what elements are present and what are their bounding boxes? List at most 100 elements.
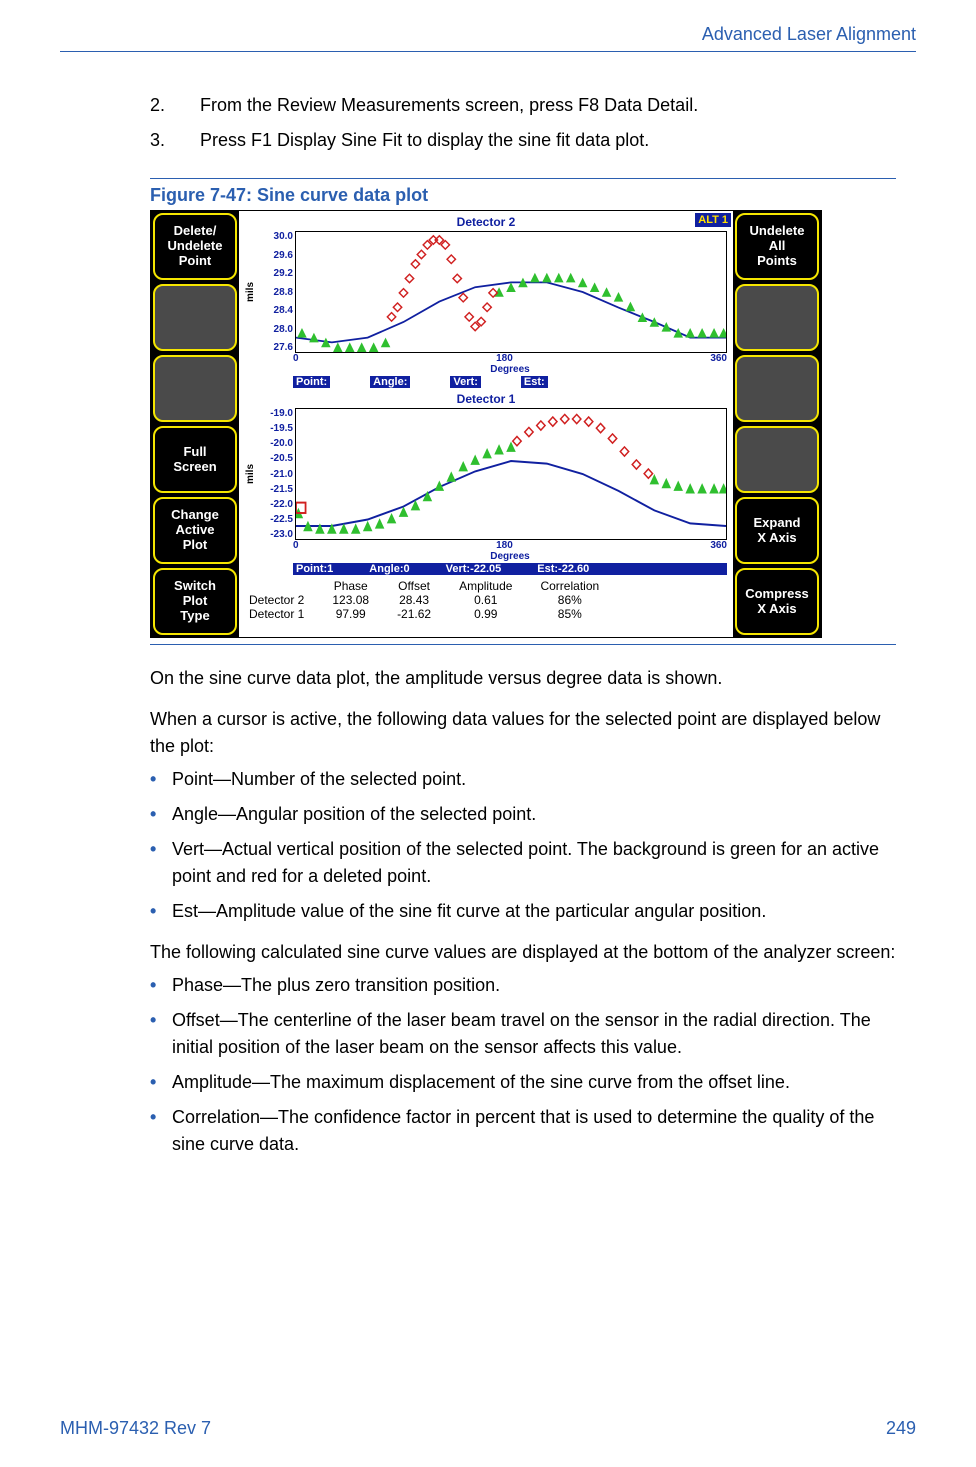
ytick: 27.6 <box>259 342 293 353</box>
ytick: -21.5 <box>259 484 293 495</box>
list-text: Est—Amplitude value of the sine fit curv… <box>172 898 766 925</box>
list-text: Point—Number of the selected point. <box>172 766 466 793</box>
step-item: 2. From the Review Measurements screen, … <box>150 92 896 119</box>
th: Correlation <box>526 579 613 593</box>
td: 0.61 <box>445 593 526 607</box>
step-text-a: Press <box>200 130 251 150</box>
y-axis-label: mils <box>245 408 259 540</box>
ytick: -19.0 <box>259 408 293 419</box>
sk-delete-undelete-point[interactable]: Delete/ Undelete Point <box>153 213 237 280</box>
bullet-list: Point—Number of the selected point. Angl… <box>150 766 896 925</box>
ytick: 29.6 <box>259 250 293 261</box>
th: Offset <box>383 579 445 593</box>
table-row: Detector 1 97.99 -21.62 0.99 85% <box>249 607 613 621</box>
list-text: Angle—Angular position of the selected p… <box>172 801 536 828</box>
plot-area: ALT 1 Detector 2 mils 30.0 29.6 29.2 28.… <box>239 211 733 637</box>
ytick: 28.0 <box>259 324 293 335</box>
xtick: 180 <box>496 353 513 364</box>
list-item: Vert—Actual vertical position of the sel… <box>150 836 896 890</box>
ytick: -19.5 <box>259 423 293 434</box>
ytick: 29.2 <box>259 268 293 279</box>
status-point: Point: <box>293 376 330 388</box>
ytick: 30.0 <box>259 231 293 242</box>
td: 85% <box>526 607 613 621</box>
td: 97.99 <box>318 607 383 621</box>
chart-svg <box>296 232 726 352</box>
step-number: 2. <box>150 92 200 119</box>
status-vert: Vert:-22.05 <box>443 563 505 575</box>
list-text: Correlation—The confidence factor in per… <box>172 1104 896 1158</box>
plot-canvas-1[interactable] <box>295 408 727 540</box>
ytick: -23.0 <box>259 529 293 540</box>
ytick: 28.4 <box>259 305 293 316</box>
step-text: From the Review Measurements screen, pre… <box>200 92 698 119</box>
status-point: Point:1 <box>293 563 336 575</box>
td: Detector 2 <box>249 593 318 607</box>
step-text: Press F1 Display Sine Fit to display the… <box>200 127 649 154</box>
list-item: Est—Amplitude value of the sine fit curv… <box>150 898 896 925</box>
td: Detector 1 <box>249 607 318 621</box>
x-axis-label: Degrees <box>293 551 727 562</box>
ytick: -20.5 <box>259 453 293 464</box>
list-item: Correlation—The confidence factor in per… <box>150 1104 896 1158</box>
right-softkeys: Undelete All Points Expand X Axis Compre… <box>733 211 821 637</box>
table-header-row: Phase Offset Amplitude Correlation <box>249 579 613 593</box>
xtick: 360 <box>710 540 727 551</box>
xtick: 180 <box>496 540 513 551</box>
sk-full-screen[interactable]: Full Screen <box>153 426 237 493</box>
xtick: 0 <box>293 540 299 551</box>
sk-empty <box>153 284 237 351</box>
y-axis-label: mils <box>245 231 259 353</box>
step-number: 3. <box>150 127 200 154</box>
page-footer: MHM-97432 Rev 7 249 <box>60 1418 916 1439</box>
sk-switch-plot-type[interactable]: Switch Plot Type <box>153 568 237 635</box>
sk-undelete-all-points[interactable]: Undelete All Points <box>735 213 819 280</box>
status-angle: Angle: <box>370 376 410 388</box>
x-ticks: 0 180 360 <box>293 353 727 364</box>
sk-compress-x-axis[interactable]: Compress X Axis <box>735 568 819 635</box>
list-text: Offset—The centerline of the laser beam … <box>172 1007 896 1061</box>
step-text-b: to display the sine fit data plot. <box>402 130 649 150</box>
sk-empty <box>735 355 819 422</box>
step-keycap: F1 Display Sine Fit <box>251 130 402 150</box>
list-text: Amplitude—The maximum displacement of th… <box>172 1069 790 1096</box>
plot-canvas-2[interactable] <box>295 231 727 353</box>
td: -21.62 <box>383 607 445 621</box>
y-ticks: -19.0 -19.5 -20.0 -20.5 -21.0 -21.5 -22.… <box>259 408 295 540</box>
status-angle: Angle:0 <box>366 563 412 575</box>
step-text-a: From the Review Measurements screen, pre… <box>200 95 578 115</box>
ytick: -22.0 <box>259 499 293 510</box>
chart-title: Detector 2 <box>245 215 727 229</box>
td: 86% <box>526 593 613 607</box>
status-est: Est: <box>521 376 548 388</box>
figure-caption: Figure 7-47: Sine curve data plot <box>150 178 896 206</box>
sk-empty <box>735 284 819 351</box>
footer-page-number: 249 <box>886 1418 916 1439</box>
status-vert: Vert: <box>450 376 480 388</box>
alt-indicator: ALT 1 <box>695 213 731 227</box>
figure-container: Delete/ Undelete Point Full Screen Chang… <box>150 210 896 645</box>
td: 123.08 <box>318 593 383 607</box>
document-page: Advanced Laser Alignment 2. From the Rev… <box>0 0 976 1467</box>
ytick: 28.8 <box>259 287 293 298</box>
list-text: Phase—The plus zero transition position. <box>172 972 500 999</box>
list-item: Phase—The plus zero transition position. <box>150 972 896 999</box>
table-row: Detector 2 123.08 28.43 0.61 86% <box>249 593 613 607</box>
list-item: Amplitude—The maximum displacement of th… <box>150 1069 896 1096</box>
xtick: 0 <box>293 353 299 364</box>
ytick: -21.0 <box>259 469 293 480</box>
sk-expand-x-axis[interactable]: Expand X Axis <box>735 497 819 564</box>
footer-doc-id: MHM-97432 Rev 7 <box>60 1418 211 1439</box>
chart-detector-2: Detector 2 mils 30.0 29.6 29.2 28.8 28.4… <box>239 211 733 388</box>
section-header: Advanced Laser Alignment <box>60 24 916 52</box>
step-item: 3. Press F1 Display Sine Fit to display … <box>150 127 896 154</box>
x-ticks: 0 180 360 <box>293 540 727 551</box>
step-text-b: . <box>693 95 698 115</box>
sk-change-active-plot[interactable]: Change Active Plot <box>153 497 237 564</box>
th: Phase <box>318 579 383 593</box>
step-list: 2. From the Review Measurements screen, … <box>150 92 896 154</box>
y-ticks: 30.0 29.6 29.2 28.8 28.4 28.0 27.6 <box>259 231 295 353</box>
sk-empty <box>153 355 237 422</box>
body-paragraph: On the sine curve data plot, the amplitu… <box>150 665 896 692</box>
list-text: Vert—Actual vertical position of the sel… <box>172 836 896 890</box>
